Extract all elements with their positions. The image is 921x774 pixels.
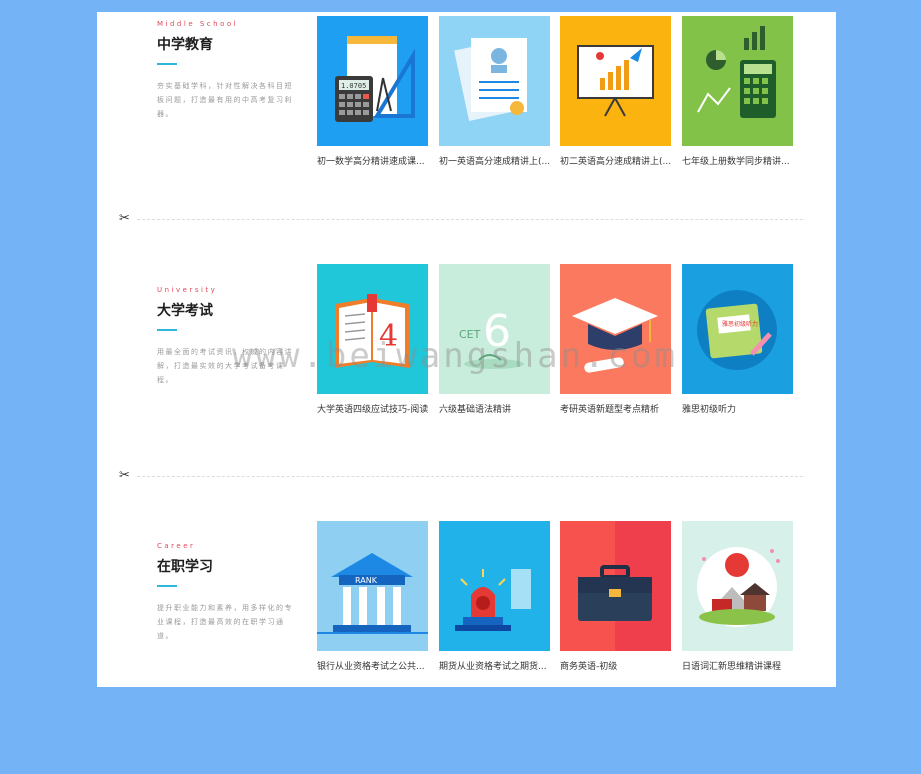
- section-en-title: Career: [157, 542, 196, 550]
- section-university: University 大学考试 用最全面的考试资讯，权威的内容讲解，打造最实效的…: [97, 264, 836, 518]
- scissors-icon: ✂: [119, 468, 130, 483]
- bank-label-text: RANK: [355, 576, 378, 585]
- section-underline: [157, 63, 177, 65]
- dashed-line: [137, 219, 803, 220]
- course-thumbnail-futures-alarm: [439, 521, 550, 651]
- section-header: Career 在职学习 提升职业能力和素养，用多样化的专业课程，打造最高效的在职…: [157, 542, 297, 643]
- calculator-display-text: 1.0705: [341, 82, 366, 90]
- section-title: 在职学习: [157, 559, 213, 575]
- course-thumbnail-bank: RANK: [317, 521, 428, 651]
- course-card[interactable]: 期货从业资格考试之期货...: [439, 521, 550, 681]
- section-career: Career 在职学习 提升职业能力和素养，用多样化的专业课程，打造最高效的在职…: [97, 521, 836, 774]
- section-title: 大学考试: [157, 303, 213, 319]
- course-card[interactable]: 商务英语-初级: [560, 521, 671, 681]
- scissors-icon: ✂: [119, 211, 130, 226]
- section-title: 中学教育: [157, 37, 213, 53]
- watermark: www.beiwangshan.com: [232, 336, 678, 376]
- section-en-title: University: [157, 286, 218, 294]
- course-thumbnail-briefcase: [560, 521, 671, 651]
- course-card[interactable]: 七年级上册数学同步精讲...: [682, 16, 793, 176]
- course-title[interactable]: 大学英语四级应试技巧-阅读: [317, 402, 428, 415]
- course-card[interactable]: 1.0705 初一数学高分精讲速成课...: [317, 16, 428, 176]
- course-title[interactable]: 七年级上册数学同步精讲...: [682, 154, 793, 167]
- dashed-line: [137, 476, 803, 477]
- course-card[interactable]: 日语词汇新思维精讲课程: [682, 521, 793, 681]
- course-title[interactable]: 初二英语高分速成精讲上(...: [560, 154, 671, 167]
- section-header: Middle School 中学教育 夯实基础学科，针对性解决各科目短板问题，打…: [157, 20, 297, 121]
- section-description: 夯实基础学科，针对性解决各科目短板问题，打造最有用的中高考复习利器。: [157, 82, 293, 118]
- course-thumbnail-japan-temple: [682, 521, 793, 651]
- course-card[interactable]: 初二英语高分速成精讲上(...: [560, 16, 671, 176]
- course-thumbnail-math: 1.0705: [317, 16, 428, 146]
- course-title[interactable]: 考研英语新题型考点精析: [560, 402, 671, 415]
- course-title[interactable]: 期货从业资格考试之期货...: [439, 659, 550, 672]
- course-thumbnail-presentation: [560, 16, 671, 146]
- course-title[interactable]: 日语词汇新思维精讲课程: [682, 659, 793, 672]
- course-thumbnail-ielts-book: 雅思初级听力: [682, 264, 793, 394]
- course-title[interactable]: 初一数学高分精讲速成课...: [317, 154, 428, 167]
- section-en-title: Middle School: [157, 20, 239, 28]
- course-title[interactable]: 六级基础语法精讲: [439, 402, 550, 415]
- course-card[interactable]: 初一英语高分速成精讲上(...: [439, 16, 550, 176]
- section-underline: [157, 329, 177, 331]
- course-title[interactable]: 雅思初级听力: [682, 402, 793, 415]
- course-title[interactable]: 商务英语-初级: [560, 659, 671, 672]
- section-middle-school: Middle School 中学教育 夯实基础学科，针对性解决各科目短板问题，打…: [97, 12, 836, 252]
- course-title[interactable]: 初一英语高分速成精讲上(...: [439, 154, 550, 167]
- ielts-book-label: 雅思初级听力: [722, 320, 758, 328]
- course-thumbnail-english-doc: [439, 16, 550, 146]
- course-card[interactable]: 雅思初级听力 雅思初级听力: [682, 264, 793, 424]
- section-description: 提升职业能力和素养，用多样化的专业课程，打造最高效的在职学习通道。: [157, 604, 293, 640]
- section-underline: [157, 585, 177, 587]
- course-title[interactable]: 银行从业资格考试之公共...: [317, 659, 428, 672]
- course-card[interactable]: RANK 银行从业资格考试之公共...: [317, 521, 428, 681]
- course-thumbnail-calculator-chart: [682, 16, 793, 146]
